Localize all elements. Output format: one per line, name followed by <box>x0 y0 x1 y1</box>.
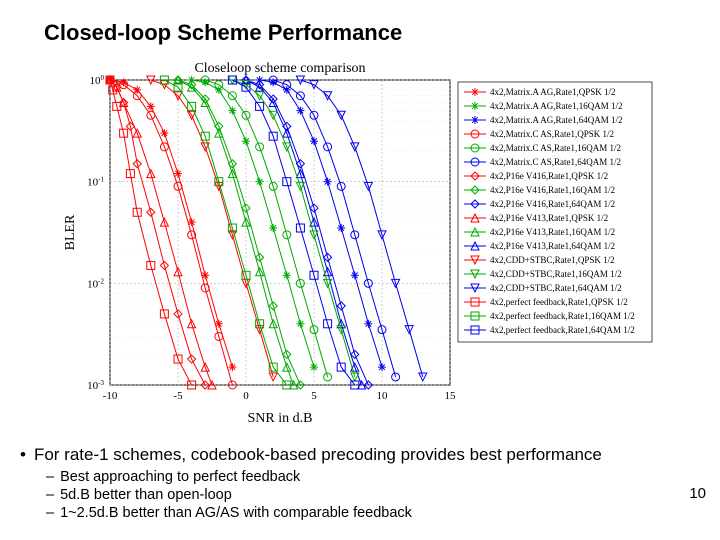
bullet-list: • For rate-1 schemes, codebook-based pre… <box>20 445 700 523</box>
slide: Closed-loop Scheme Performance -10 -5 0 5 10… <box>0 0 720 540</box>
svg-text:4x2,P16e V416,Rate1,16QAM 1/2: 4x2,P16e V416,Rate1,16QAM 1/2 <box>490 185 615 195</box>
bullet-sub-1: – Best approaching to perfect feedback <box>46 469 700 485</box>
bullet-sub-3: – 1~2.5d.B better than AG/AS with compar… <box>46 505 700 521</box>
dash-icon: – <box>46 487 54 503</box>
svg-text:SNR in d.B: SNR in d.B <box>248 411 313 426</box>
svg-text:-10: -10 <box>103 390 118 402</box>
slide-title: Closed-loop Scheme Performance <box>44 20 402 46</box>
svg-text:Closeloop scheme comparison: Closeloop scheme comparison <box>194 61 365 76</box>
dash-icon: – <box>46 469 54 485</box>
bullet-dot: • <box>20 445 26 465</box>
svg-text:4x2,perfect feedback,Rate1,64Q: 4x2,perfect feedback,Rate1,64QAM 1/2 <box>490 325 635 335</box>
svg-text:4x2,P16e V416,Rate1,64QAM 1/2: 4x2,P16e V416,Rate1,64QAM 1/2 <box>490 199 615 209</box>
svg-text:10: 10 <box>377 390 389 402</box>
bullet-main-text: For rate-1 schemes, codebook-based preco… <box>34 445 602 465</box>
bullet-sub-2-text: 5d.B better than open-loop <box>60 487 232 503</box>
svg-text:4x2,CDD+STBC,Rate1,16QAM 1/2: 4x2,CDD+STBC,Rate1,16QAM 1/2 <box>490 269 622 279</box>
svg-text:100: 100 <box>90 74 105 87</box>
svg-text:10-2: 10-2 <box>87 277 104 290</box>
bullet-sub-1-text: Best approaching to perfect feedback <box>60 469 300 485</box>
svg-text:4x2,P16e V416,Rate1,QPSK 1/2: 4x2,P16e V416,Rate1,QPSK 1/2 <box>490 171 608 181</box>
svg-text:4x2,perfect feedback,Rate1,QPS: 4x2,perfect feedback,Rate1,QPSK 1/2 <box>490 297 628 307</box>
svg-text:4x2,Matrix.C AS,Rate1,QPSK 1/2: 4x2,Matrix.C AS,Rate1,QPSK 1/2 <box>490 129 614 139</box>
bullet-sub-3-text: 1~2.5d.B better than AG/AS with comparab… <box>60 505 412 521</box>
svg-text:4x2,P16e V413,Rate1,16QAM 1/2: 4x2,P16e V413,Rate1,16QAM 1/2 <box>490 227 615 237</box>
svg-text:10-1: 10-1 <box>87 176 104 189</box>
svg-text:4x2,perfect feedback,Rate1,16Q: 4x2,perfect feedback,Rate1,16QAM 1/2 <box>490 311 635 321</box>
svg-text:-5: -5 <box>173 390 183 402</box>
svg-text:4x2,Matrix.A AG,Rate1,64QAM 1/: 4x2,Matrix.A AG,Rate1,64QAM 1/2 <box>490 115 623 125</box>
dash-icon: – <box>46 505 54 521</box>
svg-text:4x2,Matrix.A AG,Rate1,QPSK 1/2: 4x2,Matrix.A AG,Rate1,QPSK 1/2 <box>490 87 616 97</box>
chart-svg: -10-505101510-310-210-1100Closeloop sche… <box>60 55 660 430</box>
svg-text:4x2,P16e V413,Rate1,QPSK 1/2: 4x2,P16e V413,Rate1,QPSK 1/2 <box>490 213 608 223</box>
svg-text:4x2,CDD+STBC,Rate1,64QAM 1/2: 4x2,CDD+STBC,Rate1,64QAM 1/2 <box>490 283 622 293</box>
page-number: 10 <box>689 485 706 502</box>
svg-text:4x2,P16e V413,Rate1,64QAM 1/2: 4x2,P16e V413,Rate1,64QAM 1/2 <box>490 241 615 251</box>
svg-text:4x2,Matrix.A AG,Rate1,16QAM 1/: 4x2,Matrix.A AG,Rate1,16QAM 1/2 <box>490 101 623 111</box>
svg-text:4x2,Matrix.C AS,Rate1,16QAM 1/: 4x2,Matrix.C AS,Rate1,16QAM 1/2 <box>490 143 621 153</box>
svg-text:4x2,CDD+STBC,Rate1,QPSK 1/2: 4x2,CDD+STBC,Rate1,QPSK 1/2 <box>490 255 615 265</box>
svg-text:BLER: BLER <box>63 214 78 250</box>
bullet-main: • For rate-1 schemes, codebook-based pre… <box>20 445 700 465</box>
chart: -10-505101510-310-210-1100Closeloop sche… <box>60 55 660 430</box>
svg-text:4x2,Matrix.C AS,Rate1,64QAM 1/: 4x2,Matrix.C AS,Rate1,64QAM 1/2 <box>490 157 621 167</box>
svg-text:0: 0 <box>243 390 249 402</box>
svg-text:5: 5 <box>311 390 317 402</box>
bullet-sub-2: – 5d.B better than open-loop <box>46 487 700 503</box>
svg-text:15: 15 <box>445 390 457 402</box>
